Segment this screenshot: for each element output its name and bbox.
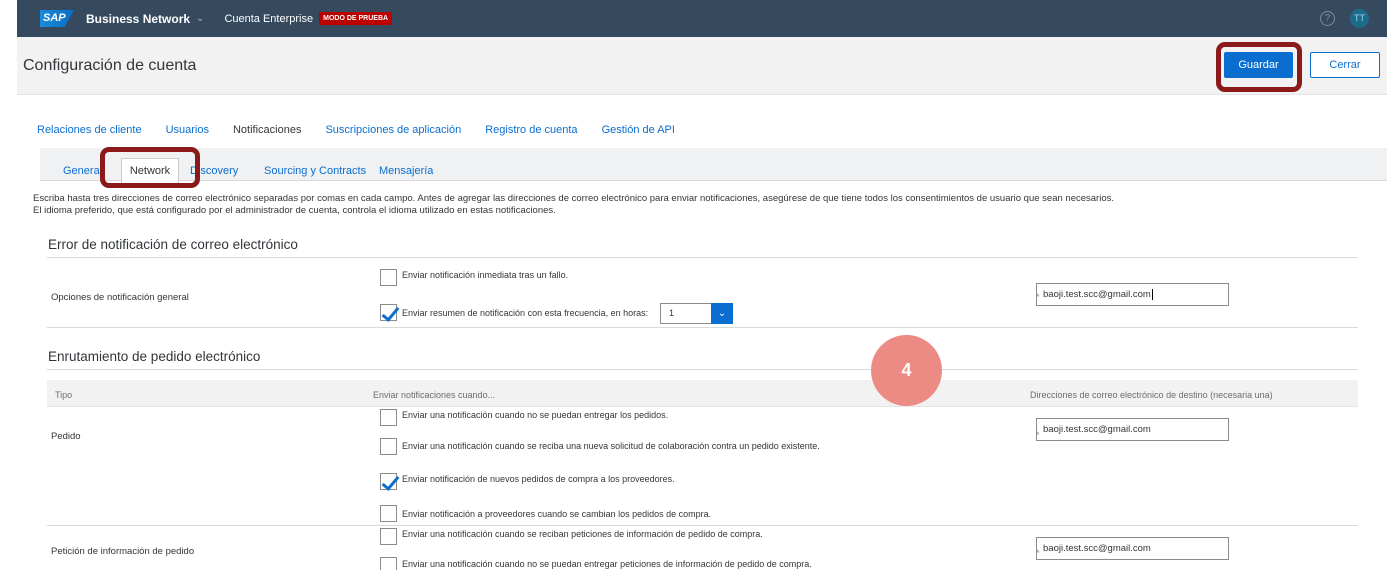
shell-bar: SAP Business Network ⌄ Cuenta Enterprise… xyxy=(17,0,1387,37)
intro-text: Escriba hasta tres direcciones de correo… xyxy=(33,193,1114,216)
checkbox-peticion-1[interactable] xyxy=(380,528,397,545)
checkbox-pedido-4[interactable] xyxy=(380,505,397,522)
subtab-bar: General Network Discovery Sourcing y Con… xyxy=(40,148,1387,184)
checkbox-label: Enviar notificación de nuevos pedidos de… xyxy=(402,474,675,484)
col-enviar: Enviar notificaciones cuando... xyxy=(373,390,496,400)
subtab-mensajeria[interactable]: Mensajería xyxy=(379,165,433,177)
account-name: Cuenta Enterprise xyxy=(224,12,314,25)
test-mode-badge: MODO DE PRUEBA xyxy=(319,12,393,25)
row-divider xyxy=(47,525,1358,526)
checkbox-peticion-2[interactable] xyxy=(380,557,397,570)
col-tipo: Tipo xyxy=(55,390,73,400)
section-title-error: Error de notificación de correo electrón… xyxy=(48,237,298,252)
checkbox-label: Enviar una notificación cuando se reciba… xyxy=(402,441,820,451)
checkbox-pedido-1[interactable] xyxy=(380,409,397,426)
subtab-sourcing[interactable]: Sourcing y Contracts xyxy=(264,165,366,177)
save-highlight xyxy=(1216,42,1302,92)
checkbox-label: Enviar una notificación cuando se reciba… xyxy=(402,529,763,539)
checkbox-label: Enviar una notificación cuando no se pue… xyxy=(402,559,812,569)
section-divider xyxy=(47,327,1358,328)
tab-registro[interactable]: Registro de cuenta xyxy=(485,124,577,136)
checkbox-label-summary: Enviar resumen de notificación con esta … xyxy=(402,308,649,318)
tab-usuarios[interactable]: Usuarios xyxy=(166,124,209,136)
email-field-peticion[interactable]: baoji.test.scc@gmail.com xyxy=(1036,537,1229,560)
network-tab-highlight xyxy=(100,147,200,188)
checkbox-label: Enviar notificación a proveedores cuando… xyxy=(402,509,712,519)
product-name[interactable]: Business Network xyxy=(86,12,190,26)
email-field-pedido[interactable]: baoji.test.scc@gmail.com xyxy=(1036,418,1229,441)
email-field-general[interactable]: baoji.test.scc@gmail.com xyxy=(1036,283,1229,306)
page-title: Configuración de cuenta xyxy=(23,57,197,74)
hours-select[interactable]: 1 ⌄ xyxy=(660,303,733,324)
row-label-peticion: Petición de información de pedido xyxy=(51,546,195,557)
tab-relaciones[interactable]: Relaciones de cliente xyxy=(37,124,142,136)
section-title-routing: Enrutamiento de pedido electrónico xyxy=(48,349,261,364)
checkbox-label: Enviar una notificación cuando no se pue… xyxy=(402,410,669,420)
avatar[interactable]: TT xyxy=(1350,9,1369,28)
checkbox-pedido-3[interactable] xyxy=(380,473,397,490)
checkbox-summary[interactable] xyxy=(380,304,397,321)
checkbox-immediate[interactable] xyxy=(380,269,397,286)
section-divider xyxy=(47,369,1358,370)
checkbox-pedido-2[interactable] xyxy=(380,438,397,455)
page-header: Configuración de cuenta Guardar Cerrar xyxy=(17,37,1387,95)
chevron-down-icon[interactable]: ⌄ xyxy=(711,303,733,324)
row-label-pedido: Pedido xyxy=(51,431,81,442)
step-badge: 4 xyxy=(871,335,942,406)
checkbox-label-immediate: Enviar notificación inmediata tras un fa… xyxy=(402,270,569,280)
tab-suscripciones[interactable]: Suscripciones de aplicación xyxy=(325,124,461,136)
close-button[interactable]: Cerrar xyxy=(1310,52,1380,78)
help-icon[interactable]: ? xyxy=(1320,11,1335,26)
subtab-general[interactable]: General xyxy=(63,165,102,177)
tab-notificaciones[interactable]: Notificaciones xyxy=(233,124,301,136)
tab-api[interactable]: Gestión de API xyxy=(602,124,675,136)
chevron-down-icon[interactable]: ⌄ xyxy=(196,13,204,24)
sap-logo[interactable]: SAP xyxy=(40,10,74,27)
table-header: Tipo Enviar notificaciones cuando... Dir… xyxy=(47,380,1358,407)
row-label-general: Opciones de notificación general xyxy=(51,292,189,303)
main-tabs: Relaciones de cliente Usuarios Notificac… xyxy=(37,124,699,136)
section-divider xyxy=(47,257,1358,258)
col-direcciones: Direcciones de correo electrónico de des… xyxy=(1030,390,1273,400)
